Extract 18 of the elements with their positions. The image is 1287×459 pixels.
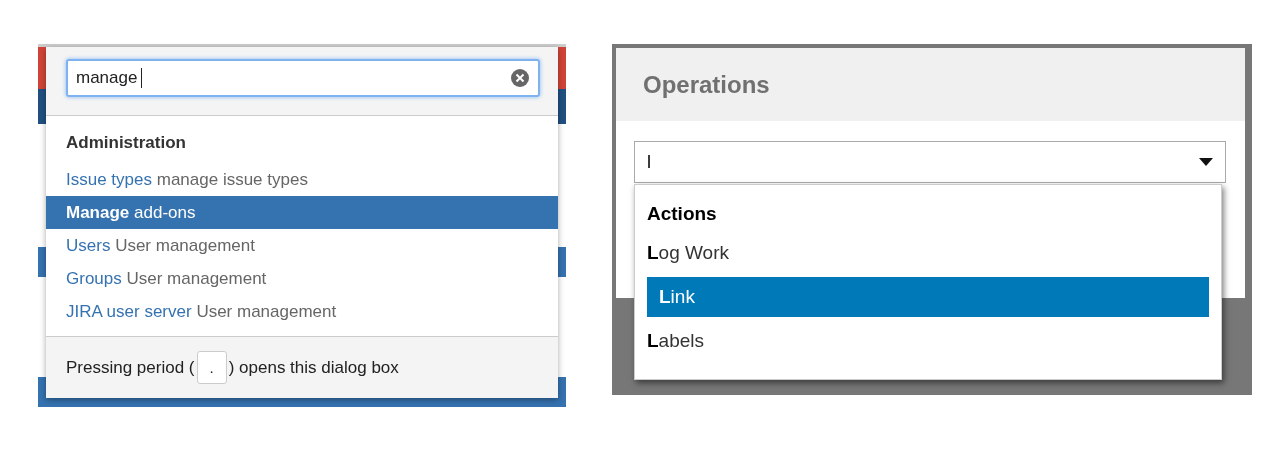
search-field[interactable]: l xyxy=(634,141,1226,183)
result-item[interactable]: JIRA user server User management xyxy=(46,295,558,328)
clear-icon[interactable] xyxy=(510,68,530,88)
menu-item[interactable]: Log Work xyxy=(647,233,1209,273)
footer-text: ) opens this dialog box xyxy=(228,357,399,378)
result-item[interactable]: Manage add-ons xyxy=(46,196,558,229)
section-heading: Administration xyxy=(65,132,187,154)
menu-item[interactable]: Link xyxy=(647,277,1209,317)
result-item[interactable]: Users User management xyxy=(46,229,558,262)
footer-text: Pressing period ( xyxy=(66,357,195,378)
menu-item[interactable]: Labels xyxy=(647,321,1209,361)
key-cap: . xyxy=(196,351,227,384)
search-field[interactable]: manage xyxy=(66,59,540,97)
group-heading: Actions xyxy=(646,202,718,226)
result-item[interactable]: Groups User management xyxy=(46,262,558,295)
caret-icon[interactable] xyxy=(1199,158,1213,166)
result-item[interactable]: Issue types manage issue types xyxy=(46,163,558,196)
dialog-title: Operations xyxy=(643,70,770,99)
